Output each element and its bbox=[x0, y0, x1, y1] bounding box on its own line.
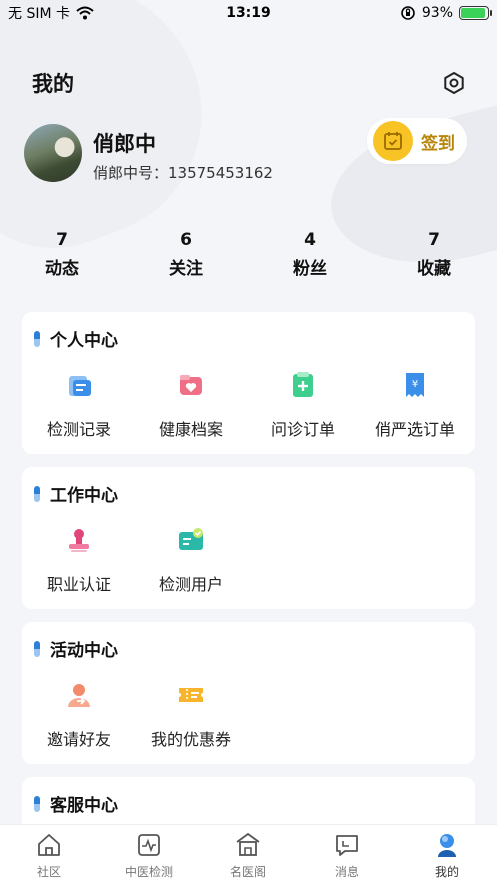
stat-value: 7 bbox=[428, 230, 440, 250]
item-label: 检测记录 bbox=[46, 420, 111, 439]
home-icon bbox=[38, 834, 60, 856]
item-label: 俏严选订单 bbox=[374, 420, 455, 439]
status-right: 93% bbox=[400, 5, 492, 21]
certification-icon bbox=[69, 529, 89, 552]
activity-center-card: 活动中心 邀请好友 我的优惠券 bbox=[22, 622, 475, 764]
work-center-card: 工作中心 职业认证 检测用户 bbox=[22, 467, 475, 609]
coupon-item[interactable]: 我的优惠券 bbox=[136, 680, 246, 750]
checkin-label: 签到 bbox=[421, 133, 455, 154]
test-record-icon bbox=[69, 376, 91, 396]
carrier-label: 无 SIM 卡 bbox=[8, 6, 70, 22]
user-name: 俏郎中 bbox=[93, 132, 156, 156]
calendar-check-icon bbox=[373, 121, 413, 161]
stat-value: 6 bbox=[180, 230, 192, 250]
card-header: 工作中心 bbox=[34, 481, 118, 506]
health-file-item[interactable]: 健康档案 bbox=[136, 370, 246, 440]
stat-following[interactable]: 6 关注 bbox=[146, 230, 226, 279]
item-label: 健康档案 bbox=[158, 420, 223, 439]
shop-order-icon: ¥ bbox=[406, 373, 424, 397]
section-marker bbox=[34, 795, 40, 812]
stat-label: 关注 bbox=[169, 259, 203, 279]
stat-followers[interactable]: 4 粉丝 bbox=[270, 230, 350, 279]
item-label: 职业认证 bbox=[46, 575, 111, 594]
tab-tcm-test[interactable]: 中医检测 bbox=[109, 831, 189, 880]
tab-label: 社区 bbox=[36, 865, 61, 879]
item-label: 问诊订单 bbox=[270, 420, 335, 439]
item-label: 检测用户 bbox=[158, 575, 223, 594]
user-id: 俏郎中号：13575453162 bbox=[93, 164, 273, 182]
section-marker bbox=[34, 640, 40, 657]
card-title: 个人中心 bbox=[50, 331, 118, 351]
tab-label: 名医阁 bbox=[229, 865, 266, 879]
consult-order-icon bbox=[293, 372, 313, 397]
test-record-item[interactable]: 检测记录 bbox=[24, 370, 134, 440]
battery-icon bbox=[459, 6, 492, 20]
invite-friend-item[interactable]: 邀请好友 bbox=[24, 680, 134, 750]
battery-fill bbox=[461, 8, 486, 18]
stat-value: 7 bbox=[56, 230, 68, 250]
tab-mine[interactable]: 我的 bbox=[407, 831, 487, 880]
card-header: 活动中心 bbox=[34, 636, 118, 661]
settings-button[interactable] bbox=[441, 70, 467, 96]
section-marker bbox=[34, 485, 40, 502]
shop-order-item[interactable]: ¥ 俏严选订单 bbox=[360, 370, 470, 440]
battery-percent: 93% bbox=[421, 5, 453, 21]
tab-bar: 社区 中医检测 名医阁 消息 我的 bbox=[0, 824, 497, 883]
checkin-button[interactable]: 签到 bbox=[367, 118, 467, 164]
stat-value: 4 bbox=[304, 230, 316, 250]
section-marker bbox=[34, 330, 40, 347]
card-title: 工作中心 bbox=[50, 486, 118, 506]
message-icon bbox=[336, 835, 358, 856]
stats-row: 7 动态 6 关注 4 粉丝 7 收藏 bbox=[0, 230, 497, 282]
test-user-icon bbox=[179, 528, 203, 550]
tab-label: 消息 bbox=[334, 865, 359, 879]
card-header: 个人中心 bbox=[34, 326, 118, 351]
page-title: 我的 bbox=[32, 72, 74, 96]
pulse-icon bbox=[138, 834, 160, 856]
tab-label: 中医检测 bbox=[124, 865, 173, 879]
item-label: 邀请好友 bbox=[46, 730, 111, 749]
tab-label: 我的 bbox=[434, 865, 459, 879]
stat-label: 收藏 bbox=[417, 259, 451, 279]
item-label: 我的优惠券 bbox=[150, 730, 231, 749]
consult-order-item[interactable]: 问诊订单 bbox=[248, 370, 358, 440]
certification-item[interactable]: 职业认证 bbox=[24, 525, 134, 595]
stat-label: 粉丝 bbox=[293, 259, 327, 279]
health-file-icon bbox=[180, 375, 202, 395]
card-title: 客服中心 bbox=[50, 796, 118, 816]
settings-icon bbox=[444, 72, 464, 94]
wifi-icon bbox=[76, 6, 94, 20]
tab-community[interactable]: 社区 bbox=[9, 831, 89, 880]
status-left: 无 SIM 卡 bbox=[8, 3, 94, 23]
profile-icon bbox=[438, 834, 456, 857]
invite-friend-icon bbox=[68, 684, 90, 707]
stat-favorites[interactable]: 7 收藏 bbox=[394, 230, 474, 279]
pavilion-icon bbox=[236, 832, 260, 856]
orientation-lock-icon bbox=[401, 6, 415, 20]
card-title: 活动中心 bbox=[50, 641, 118, 661]
coupon-icon bbox=[179, 688, 203, 702]
tab-famous-doctors[interactable]: 名医阁 bbox=[208, 831, 288, 880]
card-header: 客服中心 bbox=[34, 791, 118, 816]
test-user-item[interactable]: 检测用户 bbox=[136, 525, 246, 595]
status-bar: 无 SIM 卡 13:19 93% bbox=[0, 0, 497, 26]
stat-label: 动态 bbox=[45, 259, 79, 279]
stat-posts[interactable]: 7 动态 bbox=[22, 230, 102, 279]
tab-messages[interactable]: 消息 bbox=[307, 831, 387, 880]
svg-text:¥: ¥ bbox=[412, 379, 418, 390]
avatar[interactable] bbox=[24, 124, 82, 182]
personal-center-card: 个人中心 检测记录 健康档案 问诊订单 ¥ 俏严选订单 bbox=[22, 312, 475, 454]
